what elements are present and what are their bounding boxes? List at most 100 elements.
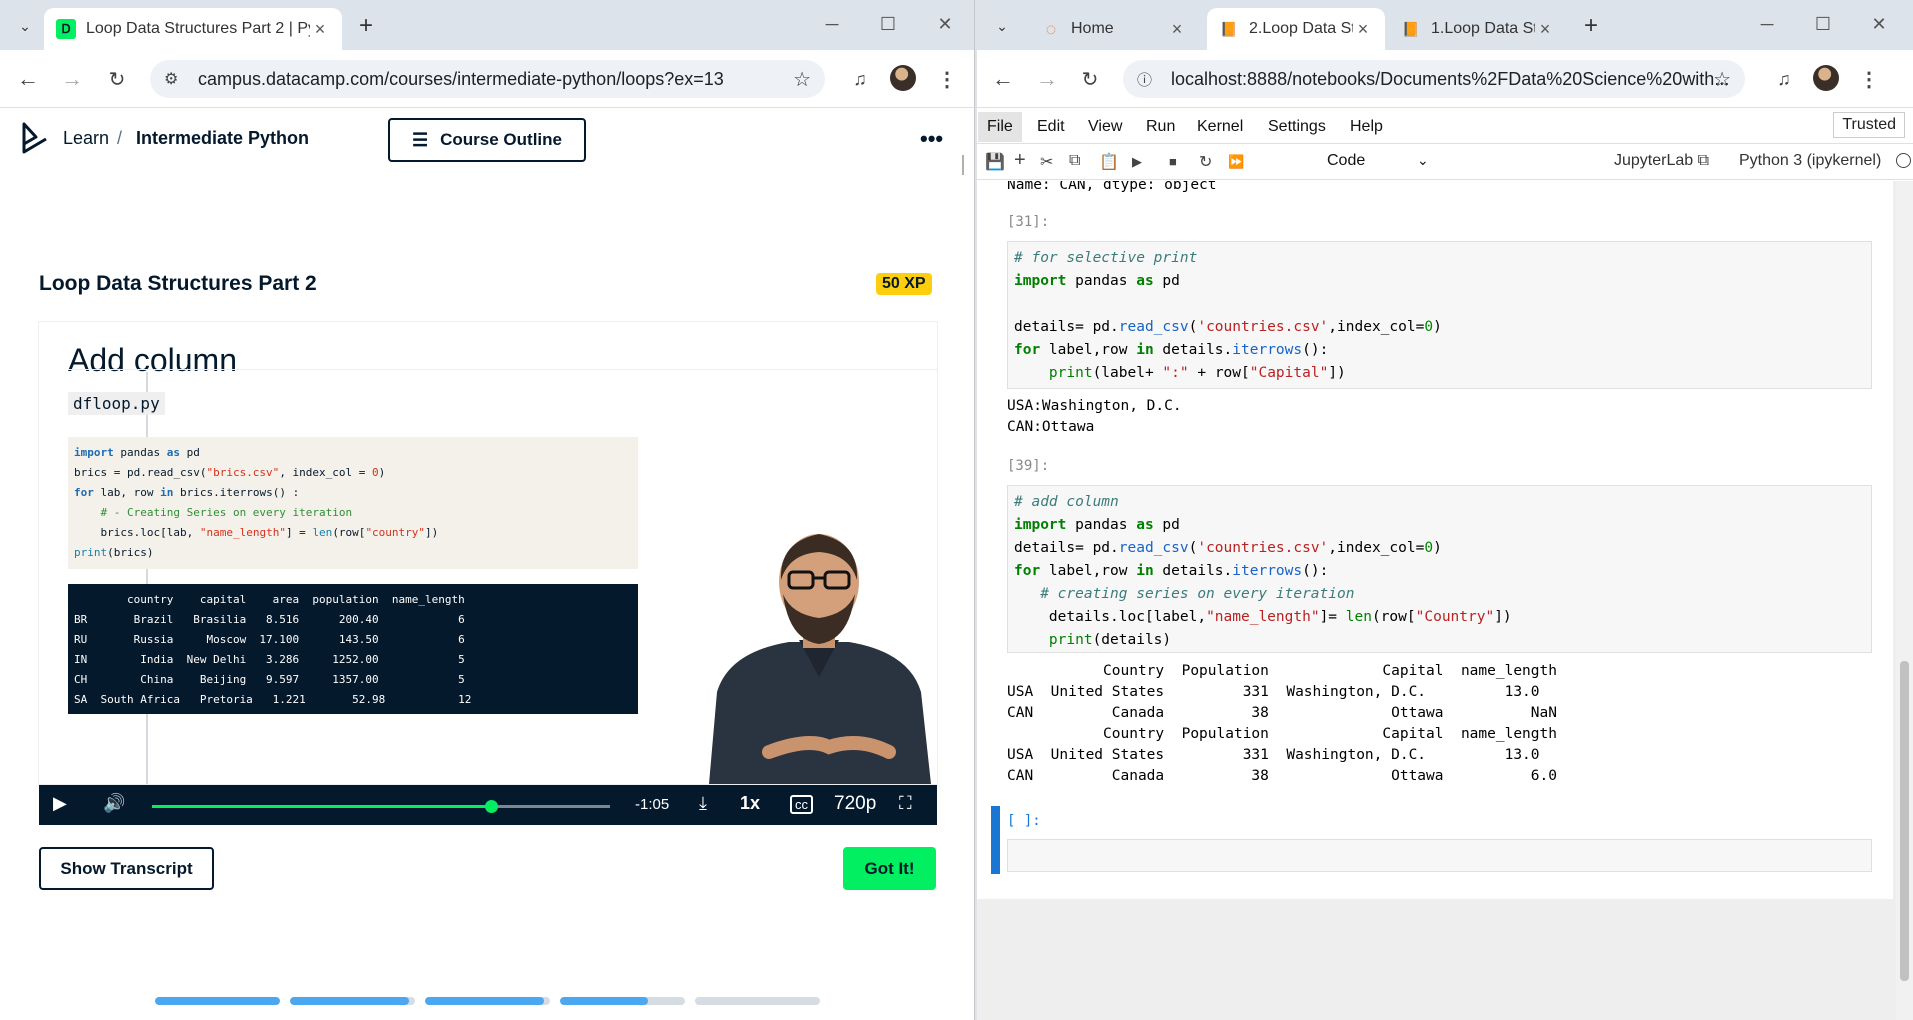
output-line: IN India New Delhi 3.286 1252.00 5 bbox=[74, 653, 465, 666]
maximize-icon[interactable]: ☐ bbox=[868, 8, 908, 40]
video-progress-knob[interactable] bbox=[484, 800, 498, 813]
empty-code-cell[interactable] bbox=[1007, 839, 1872, 872]
more-options-icon[interactable]: ••• bbox=[920, 126, 943, 152]
tab-home[interactable]: ◌ Home × bbox=[1029, 8, 1199, 50]
video-frame[interactable]: Add column dfloop.py import pandas as pd… bbox=[39, 322, 937, 784]
tab-notebook-1[interactable]: 📙 1.Loop Data Struc × bbox=[1389, 8, 1567, 50]
code-cell-31[interactable]: # for selective print import pandas as pd… bbox=[1007, 241, 1872, 389]
menu-help[interactable]: Help bbox=[1350, 118, 1383, 136]
media-control-icon[interactable]: ♫ bbox=[846, 65, 874, 93]
paste-icon[interactable]: 📋 bbox=[1099, 152, 1119, 172]
site-info-icon[interactable]: ⚙ bbox=[164, 69, 178, 89]
tab-search-icon[interactable]: ⌄ bbox=[989, 13, 1015, 39]
profile-avatar[interactable] bbox=[1813, 65, 1839, 91]
course-progress-segment[interactable] bbox=[425, 997, 550, 1005]
output-line: BR Brazil Brasilia 8.516 200.40 6 bbox=[74, 613, 465, 626]
active-cell-indicator bbox=[991, 806, 1000, 874]
reload-icon[interactable]: ↻ bbox=[103, 65, 131, 93]
reload-icon[interactable]: ↻ bbox=[1076, 65, 1104, 93]
course-progress-segment[interactable] bbox=[560, 997, 685, 1005]
minimize-icon[interactable]: ─ bbox=[1747, 8, 1787, 40]
new-tab-icon[interactable]: + bbox=[352, 12, 380, 40]
code-token: "country" bbox=[365, 526, 426, 539]
course-outline-button[interactable]: ☰ Course Outline bbox=[388, 118, 586, 162]
address-bar[interactable]: ⓘ localhost:8888/notebooks/Documents%2FD… bbox=[1123, 60, 1745, 98]
back-icon[interactable]: ← bbox=[989, 65, 1017, 93]
close-window-icon[interactable]: ✕ bbox=[1859, 8, 1899, 40]
maximize-icon[interactable]: ☐ bbox=[1803, 8, 1843, 40]
code-cell-39[interactable]: # add column import pandas as pd details= … bbox=[1007, 485, 1872, 653]
jupyterlab-link[interactable]: JupyterLab ⧉ bbox=[1614, 152, 1709, 170]
breadcrumb-learn[interactable]: Learn bbox=[63, 128, 109, 149]
menu-file[interactable]: File bbox=[978, 112, 1022, 142]
bookmark-star-icon[interactable]: ☆ bbox=[793, 67, 811, 92]
code-line: for lab, row in brics.iterrows() : bbox=[74, 486, 300, 499]
progress-fill bbox=[560, 997, 648, 1005]
close-tab-icon[interactable]: × bbox=[1167, 19, 1187, 40]
play-icon[interactable]: ▶ bbox=[53, 793, 67, 814]
minimize-icon[interactable]: ─ bbox=[812, 8, 852, 40]
menu-settings[interactable]: Settings bbox=[1268, 118, 1326, 136]
breadcrumb-course[interactable]: Intermediate Python bbox=[136, 128, 309, 149]
add-cell-icon[interactable]: + bbox=[1014, 149, 1026, 172]
bookmark-star-icon[interactable]: ☆ bbox=[1713, 67, 1731, 92]
notebook-scrollbar[interactable] bbox=[1896, 181, 1913, 1020]
course-progress-segment[interactable] bbox=[695, 997, 820, 1005]
forward-icon[interactable]: → bbox=[1033, 65, 1061, 93]
left-scrollbar[interactable] bbox=[962, 155, 964, 175]
close-tab-icon[interactable]: × bbox=[310, 19, 330, 40]
tab-notebook-2[interactable]: 📙 2.Loop Data Struc × bbox=[1207, 8, 1385, 50]
tab-search-icon[interactable]: ⌄ bbox=[12, 13, 38, 39]
chrome-menu-icon[interactable]: ⋮ bbox=[1855, 65, 1883, 93]
cell-type-select[interactable]: Code ⌄ bbox=[1327, 152, 1429, 170]
menu-kernel[interactable]: Kernel bbox=[1197, 118, 1243, 136]
volume-icon[interactable]: 🔊 bbox=[103, 793, 125, 814]
restart-run-all-icon[interactable]: ⏩ bbox=[1228, 154, 1244, 170]
code-line: import pandas as pd bbox=[1014, 517, 1180, 533]
cut-icon[interactable]: ✂ bbox=[1040, 152, 1053, 172]
datacamp-logo-icon[interactable] bbox=[20, 122, 50, 154]
menu-view[interactable]: View bbox=[1088, 118, 1122, 136]
address-bar[interactable]: ⚙ campus.datacamp.com/courses/intermedia… bbox=[150, 60, 825, 98]
back-icon[interactable]: ← bbox=[14, 65, 42, 93]
chrome-menu-icon[interactable]: ⋮ bbox=[933, 65, 961, 93]
show-transcript-button[interactable]: Show Transcript bbox=[39, 847, 214, 890]
save-icon[interactable]: 💾 bbox=[985, 152, 1005, 172]
run-icon[interactable]: ▶ bbox=[1132, 154, 1142, 170]
browser-toolbar: ← → ↻ ⚙ campus.datacamp.com/courses/inte… bbox=[0, 50, 974, 108]
kernel-name[interactable]: Python 3 (ipykernel) bbox=[1739, 152, 1881, 170]
new-tab-icon[interactable]: + bbox=[1577, 12, 1605, 40]
menu-run[interactable]: Run bbox=[1146, 118, 1175, 136]
notebook-favicon-icon: 📙 bbox=[1220, 20, 1238, 37]
fullscreen-icon[interactable]: ⛶ bbox=[899, 793, 912, 814]
profile-avatar[interactable] bbox=[890, 65, 916, 91]
tab-datacamp[interactable]: Ⅾ Loop Data Structures Part 2 | Py × bbox=[44, 8, 342, 50]
close-tab-icon[interactable]: × bbox=[1535, 19, 1555, 40]
slide-filename: dfloop.py bbox=[68, 392, 165, 415]
playback-speed[interactable]: 1x bbox=[740, 793, 760, 814]
download-icon[interactable]: ⤓ bbox=[699, 793, 707, 814]
output-line: CH China Beijing 9.597 1357.00 5 bbox=[74, 673, 465, 686]
cell-output-39: Country Population Capital name_length US… bbox=[1007, 661, 1557, 787]
copy-icon[interactable]: ⧉ bbox=[1069, 152, 1080, 170]
got-it-button[interactable]: Got It! bbox=[843, 847, 936, 890]
code-line: details= pd.read_csv('countries.csv',ind… bbox=[1014, 319, 1442, 335]
close-window-icon[interactable]: ✕ bbox=[925, 8, 965, 40]
scrollbar-thumb[interactable] bbox=[1900, 661, 1909, 981]
site-info-icon[interactable]: ⓘ bbox=[1137, 69, 1152, 90]
restart-icon[interactable]: ↻ bbox=[1199, 152, 1212, 172]
close-tab-icon[interactable]: × bbox=[1353, 19, 1373, 40]
forward-icon[interactable]: → bbox=[58, 65, 86, 93]
course-progress-segment[interactable] bbox=[290, 997, 415, 1005]
code-token: print bbox=[1048, 365, 1093, 381]
output-line: country capital area population name_len… bbox=[74, 593, 465, 606]
media-control-icon[interactable]: ♫ bbox=[1770, 65, 1798, 93]
trusted-indicator[interactable]: Trusted bbox=[1833, 112, 1905, 138]
video-progress-track[interactable] bbox=[152, 800, 610, 813]
captions-icon[interactable]: cc bbox=[790, 795, 813, 814]
menu-edit[interactable]: Edit bbox=[1037, 118, 1065, 136]
course-progress-segment[interactable] bbox=[155, 997, 280, 1005]
stop-icon[interactable]: ■ bbox=[1169, 154, 1177, 169]
quality-setting[interactable]: 720p bbox=[834, 793, 876, 815]
